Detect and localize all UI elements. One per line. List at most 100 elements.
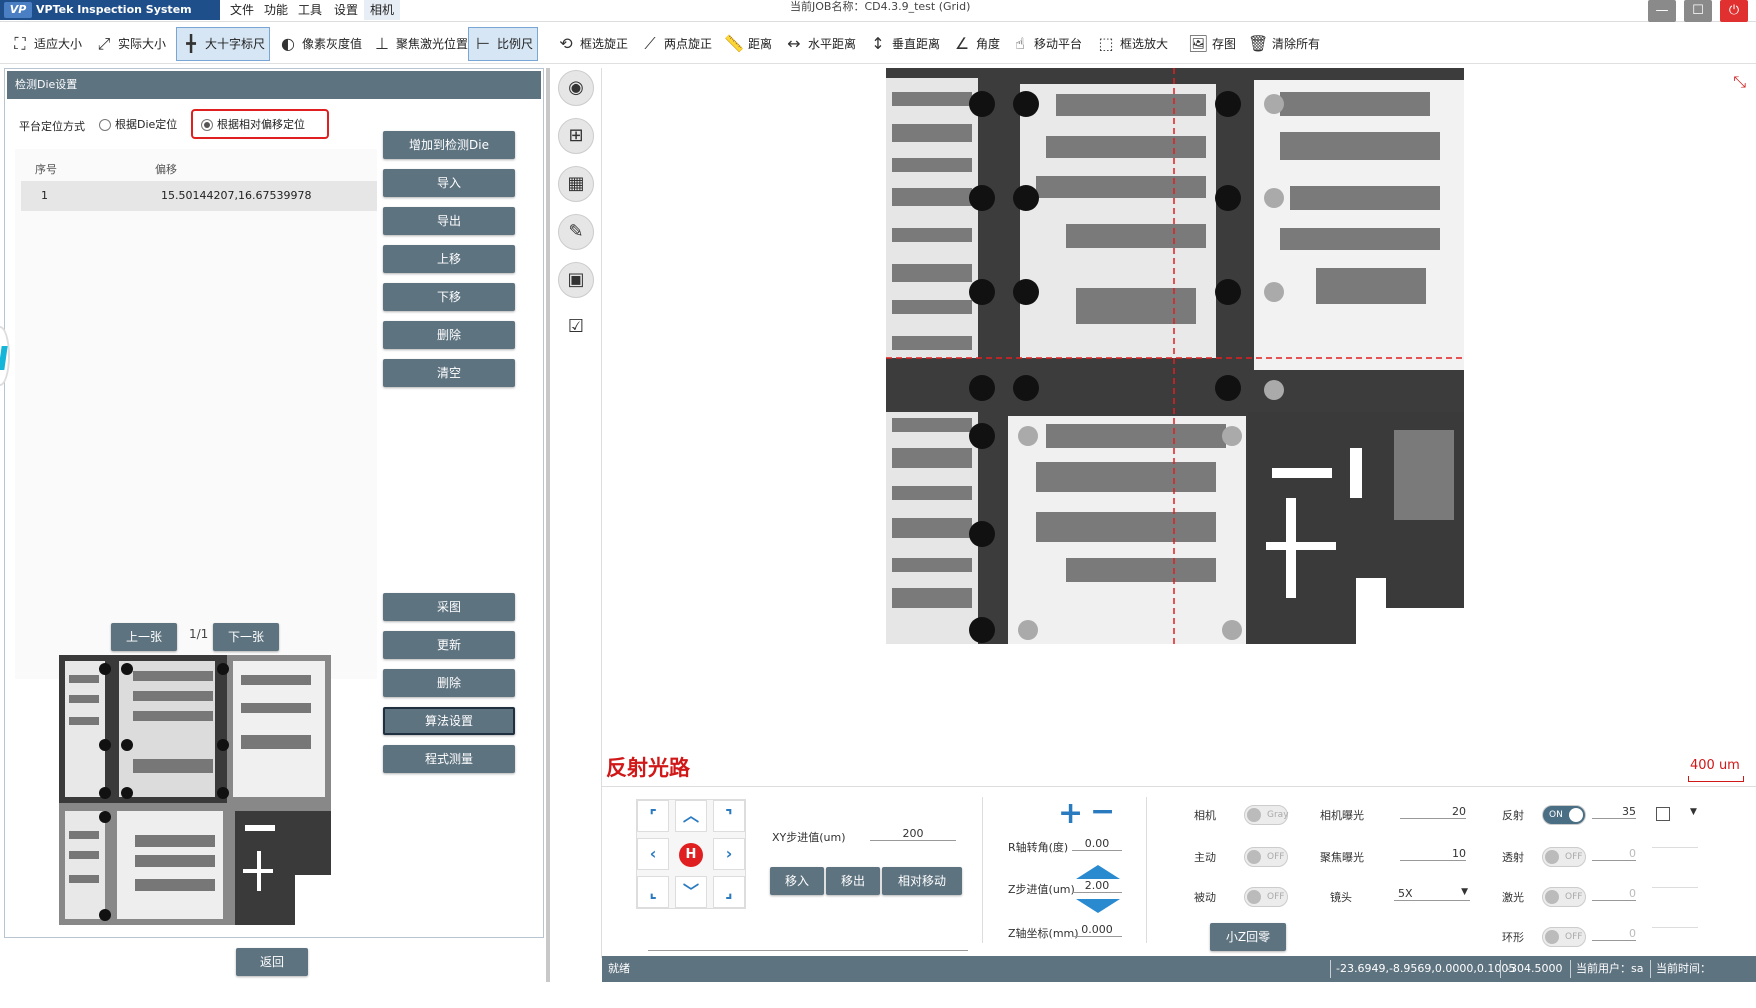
ring-toggle[interactable]: OFF	[1542, 927, 1586, 947]
menu-camera[interactable]: 相机	[364, 0, 401, 20]
update-button[interactable]: 更新	[383, 631, 515, 659]
tool-move-stage[interactable]: ☝ 移动平台	[1006, 27, 1086, 61]
image-gallery-icon[interactable]: ▣	[558, 262, 594, 298]
menu-file[interactable]: 文件	[224, 0, 260, 20]
tool-angle[interactable]: ∠ 角度	[948, 27, 1004, 61]
focus-exposure-input[interactable]: 10	[1400, 847, 1466, 861]
minimize-button[interactable]: —	[1648, 0, 1676, 22]
move-down-left-button[interactable]: ⌞	[637, 876, 669, 908]
move-up-button[interactable]: ︿	[675, 800, 707, 832]
reflect-toggle[interactable]: ON	[1542, 805, 1586, 825]
r-angle-input[interactable]: 0.00	[1072, 837, 1122, 851]
toolbar: ⛶ 适应大小 ⤢ 实际大小 ╋ 大十字标尺 ◐ 像素灰度值 ⊥ 聚焦激光位置 ⊢ 比例尺 ⟲…	[0, 24, 1756, 64]
next-image-button[interactable]: 下一张	[213, 623, 279, 651]
tool-pixel-gray[interactable]: ◐ 像素灰度值	[274, 27, 366, 61]
transmit-toggle[interactable]: OFF	[1542, 847, 1586, 867]
reflect-checkbox[interactable]	[1656, 807, 1670, 821]
camera-view[interactable]: ⤡	[602, 64, 1756, 784]
wafer-map-icon[interactable]: ▦	[558, 166, 594, 202]
wafer-image[interactable]	[886, 68, 1464, 644]
die-thumbnail[interactable]	[59, 655, 331, 925]
move-down-button[interactable]: 下移	[383, 283, 515, 311]
cell-seq: 1	[41, 189, 48, 202]
tool-focus-laser[interactable]: ⊥ 聚焦激光位置	[368, 27, 472, 61]
radio-die-position[interactable]: 根据Die定位	[99, 116, 177, 132]
transmit-select[interactable]	[1652, 847, 1698, 848]
tool-horizontal-distance[interactable]: ↔ 水平距离	[780, 27, 860, 61]
expand-icon[interactable]: ⤡	[1733, 72, 1746, 92]
tool-distance[interactable]: 📏 距离	[720, 27, 776, 61]
minus-icon[interactable]: −	[1090, 797, 1115, 827]
tool-crosshair-ruler[interactable]: ╋ 大十字标尺	[176, 27, 271, 61]
tool-box-rotate[interactable]: ⟲ 框选旋正	[552, 27, 632, 61]
lens-select[interactable]: 5X ▼	[1394, 887, 1470, 901]
move-out-button[interactable]: 移出	[826, 867, 880, 895]
camera-toggle[interactable]: Gray	[1244, 805, 1289, 825]
tool-scale-ruler[interactable]: ⊢ 比例尺	[468, 27, 539, 61]
z-step-input[interactable]: 2.00	[1072, 879, 1122, 893]
clear-button[interactable]: 清空	[383, 359, 515, 387]
ring-input[interactable]: 0	[1592, 927, 1636, 941]
tool-two-point-rotate[interactable]: ⟋ 两点旋正	[636, 27, 716, 61]
exit-button[interactable]: ⏻	[1720, 0, 1748, 22]
move-down-button[interactable]: ﹀	[675, 876, 707, 908]
z-down-icon[interactable]	[1076, 899, 1120, 913]
active-toggle[interactable]: OFF	[1244, 847, 1288, 867]
radio-relative-offset[interactable]: 根据相对偏移定位	[201, 116, 305, 132]
transmit-label: 透射	[1502, 851, 1524, 864]
move-right-button[interactable]: ›	[713, 838, 745, 870]
tool-label: 垂直距离	[892, 37, 941, 51]
move-up-left-button[interactable]: ⌜	[637, 800, 669, 832]
import-button[interactable]: 导入	[383, 169, 515, 197]
reflect-input[interactable]: 35	[1592, 805, 1636, 819]
delete-image-button[interactable]: 删除	[383, 669, 515, 697]
radio-circle-selected	[201, 119, 213, 131]
algorithm-settings-button[interactable]: 算法设置	[383, 707, 515, 735]
splitter[interactable]	[546, 68, 550, 982]
laser-input[interactable]: 0	[1592, 887, 1636, 901]
menu-tools[interactable]: 工具	[292, 0, 328, 20]
move-up-button[interactable]: 上移	[383, 245, 515, 273]
program-measure-button[interactable]: 程式测量	[383, 745, 515, 773]
move-down-right-button[interactable]: ⌟	[713, 876, 745, 908]
export-button[interactable]: 导出	[383, 207, 515, 235]
add-to-detect-die-button[interactable]: 增加到检测Die	[383, 131, 515, 159]
move-left-button[interactable]: ‹	[637, 838, 669, 870]
transmit-input[interactable]: 0	[1592, 847, 1636, 861]
delete-button[interactable]: 删除	[383, 321, 515, 349]
return-button[interactable]: 返回	[236, 948, 308, 976]
ring-select[interactable]	[1652, 927, 1698, 928]
small-z-home-button[interactable]: 小Z回零	[1210, 923, 1286, 951]
tool-clear-all[interactable]: 🗑 清除所有	[1244, 27, 1324, 61]
relative-move-button[interactable]: 相对移动	[882, 867, 962, 895]
home-button[interactable]: H	[675, 838, 707, 870]
tool-save-image[interactable]: 🖼 存图	[1184, 27, 1240, 61]
passive-toggle[interactable]: OFF	[1244, 887, 1288, 907]
table-row[interactable]: 1 15.50144207,16.67539978	[21, 181, 377, 211]
tool-vertical-distance[interactable]: ↕ 垂直距离	[864, 27, 944, 61]
z-up-icon[interactable]	[1076, 865, 1120, 879]
grid-calibration-icon[interactable]: ⊞	[558, 118, 594, 154]
move-up-right-button[interactable]: ⌝	[713, 800, 745, 832]
plus-icon[interactable]: +	[1058, 799, 1083, 829]
tool-fit-size[interactable]: ⛶ 适应大小	[6, 27, 86, 61]
checklist-icon[interactable]: ☑	[558, 310, 594, 346]
laser-select[interactable]	[1652, 887, 1698, 888]
camera-exposure-input[interactable]: 20	[1400, 805, 1466, 819]
menu-settings[interactable]: 设置	[328, 0, 364, 20]
divider	[1650, 960, 1651, 978]
tool-box-zoom[interactable]: ⬚ 框选放大	[1092, 27, 1172, 61]
maximize-button[interactable]: ☐	[1684, 0, 1712, 22]
ruler-tools-icon[interactable]: ✎	[558, 214, 594, 250]
prev-image-button[interactable]: 上一张	[111, 623, 177, 651]
camera-icon[interactable]: ◉	[558, 70, 594, 106]
chevron-down-icon[interactable]: ▼	[1690, 807, 1697, 817]
camera-label: 相机	[1194, 809, 1216, 822]
capture-image-button[interactable]: 采图	[383, 593, 515, 621]
move-in-button[interactable]: 移入	[770, 867, 824, 895]
box-zoom-icon: ⬚	[1098, 34, 1114, 53]
xy-step-input[interactable]: 200	[870, 827, 956, 841]
tool-actual-size[interactable]: ⤢ 实际大小	[90, 27, 170, 61]
menu-function[interactable]: 功能	[258, 0, 294, 20]
laser-toggle[interactable]: OFF	[1542, 887, 1586, 907]
